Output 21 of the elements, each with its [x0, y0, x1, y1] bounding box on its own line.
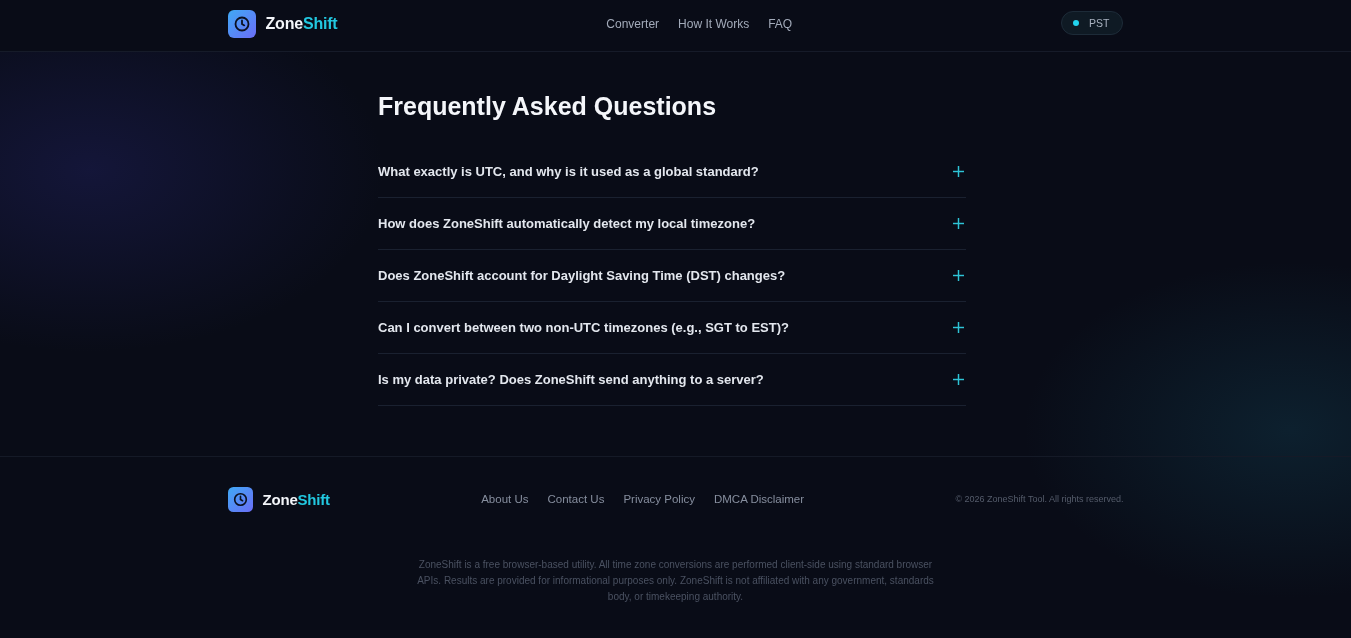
clock-icon — [227, 10, 256, 38]
faq-question[interactable]: What exactly is UTC, and why is it used as a global standard? — [378, 146, 966, 197]
faq-heading: Frequently Asked Questions — [378, 92, 718, 120]
faq-question[interactable]: Is my data private? Does ZoneShift send anything to a server? — [378, 354, 966, 405]
nav-link[interactable]: FAQ — [768, 17, 793, 31]
brand-link[interactable]: ZoneShift — [227, 486, 330, 512]
disclaimer-text: ZoneShift is a free browser-based utility. All time zone conversions are performed client-side using standard browser APIs. Results are provided for informational purposes only. ZoneShift is not affiliated with any government, standards body, or timekeeping authority. — [416, 558, 935, 604]
dot-icon — [1073, 20, 1080, 26]
footer-link[interactable]: About Us — [481, 493, 529, 505]
faq-question[interactable]: Can I convert between two non-UTC timezones (e.g., SGT to EST)? — [378, 302, 966, 353]
footer-link[interactable]: DMCA Disclaimer — [714, 493, 805, 505]
footer-link[interactable]: Contact Us — [547, 493, 605, 505]
copyright-text: © 2026 ZoneShift Tool. All rights reserved. — [955, 494, 1124, 504]
faq-question[interactable]: How does ZoneShift automatically detect my local timezone? — [378, 198, 966, 249]
brand-link[interactable]: ZoneShift — [227, 10, 338, 38]
nav-link[interactable]: Converter — [606, 17, 660, 31]
faq-question[interactable]: Does ZoneShift account for Daylight Saving Time (DST) changes? — [378, 250, 966, 301]
footer-link[interactable]: Privacy Policy — [623, 493, 695, 505]
timezone-badge[interactable]: PST — [1061, 11, 1124, 35]
clock-icon — [227, 486, 253, 512]
nav-link[interactable]: How It Works — [678, 17, 750, 31]
